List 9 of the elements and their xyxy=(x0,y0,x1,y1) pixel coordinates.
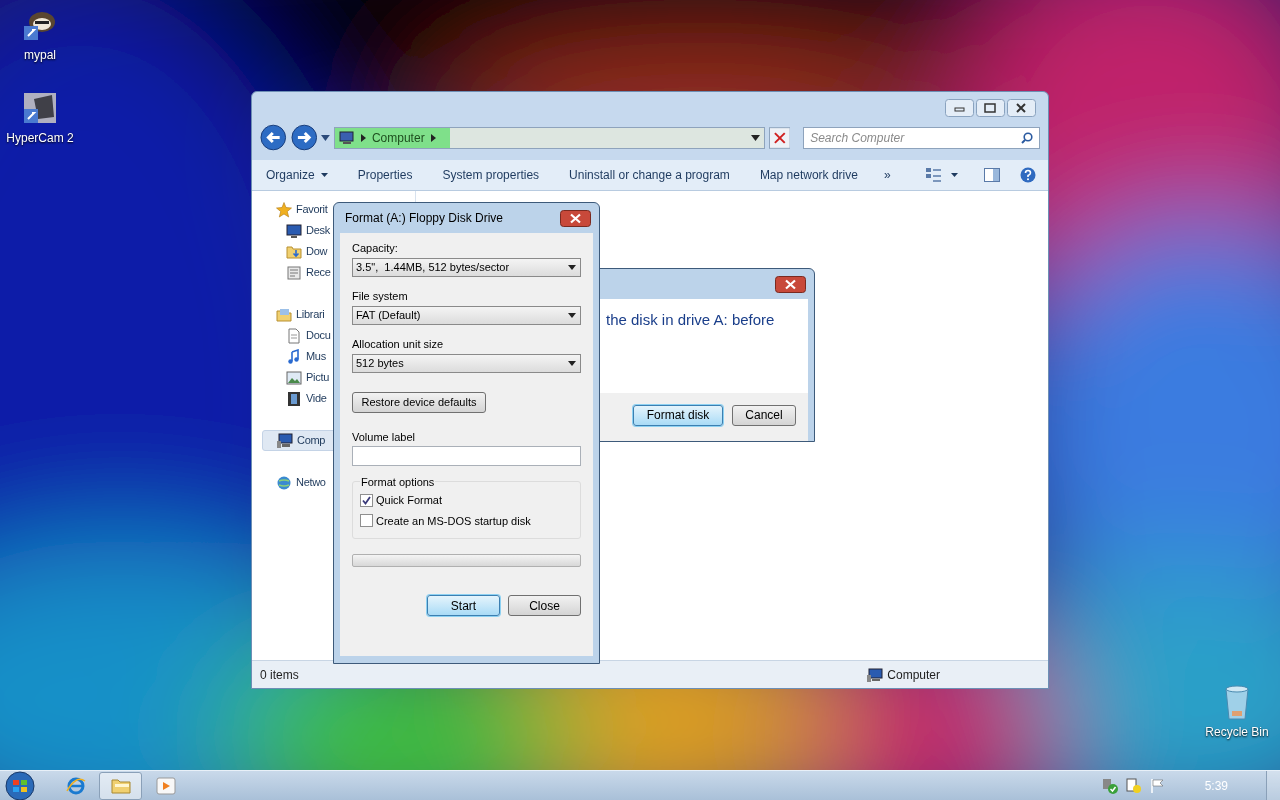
field-label: Allocation unit size xyxy=(352,337,445,351)
field-label: File system xyxy=(352,289,409,303)
dialog-message: the disk in drive A: before xyxy=(605,310,776,330)
field-label: Capacity: xyxy=(352,241,399,255)
field-label: Volume label xyxy=(352,430,416,444)
item-count: 0 items xyxy=(260,666,299,684)
location-label: Computer xyxy=(887,666,940,684)
group-title: Format options xyxy=(360,476,436,488)
dialog-title: Format (A:) Floppy Disk Drive xyxy=(345,210,505,227)
